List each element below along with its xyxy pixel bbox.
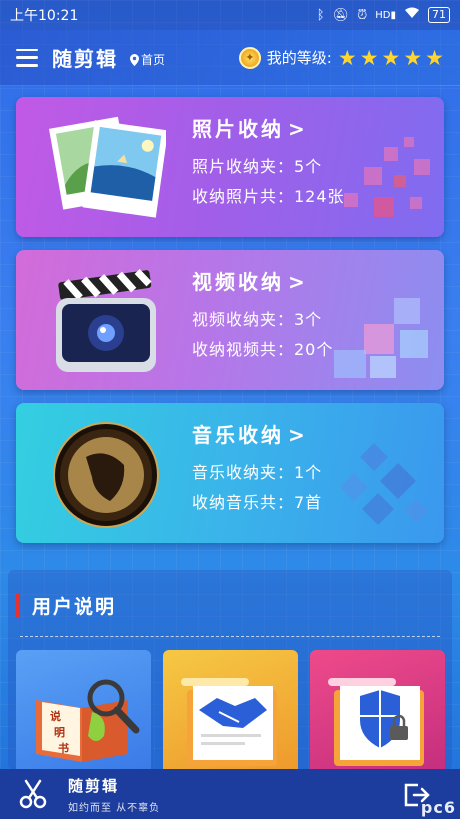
guide-card-agreement[interactable] bbox=[163, 650, 298, 770]
clapperboard-icon bbox=[56, 269, 156, 372]
card-title: 照片收纳 > bbox=[192, 117, 308, 141]
chevron-right-icon: > bbox=[288, 423, 308, 447]
bottom-bar: 随剪辑 如约而至 从不辜负 pc6 bbox=[0, 769, 460, 819]
item-count: 收纳照片共：124张 bbox=[192, 187, 345, 206]
status-time: 上午10:21 bbox=[10, 8, 79, 24]
folder-count: 视频收纳夹：3个 bbox=[192, 310, 323, 329]
card-title: 音乐收纳 > bbox=[192, 423, 308, 447]
scissors-logo-icon bbox=[19, 779, 47, 809]
shield-lock-icon bbox=[328, 678, 424, 766]
user-level[interactable]: ✦ 我的等级: ★ ★ ★ ★ ★ bbox=[238, 46, 444, 70]
wifi-icon bbox=[404, 7, 420, 23]
alarm-icon: ⏰︎ bbox=[357, 7, 368, 23]
home-link[interactable]: 首页 bbox=[130, 51, 165, 68]
decorative-diamonds bbox=[340, 443, 428, 525]
bluetooth-icon: ᛒ bbox=[316, 7, 325, 23]
mute-icon: 🔕︎ bbox=[332, 7, 350, 23]
decorative-cubes bbox=[324, 290, 434, 380]
section-accent-bar bbox=[16, 593, 20, 618]
guide-card-privacy[interactable] bbox=[310, 650, 445, 770]
chevron-right-icon: > bbox=[288, 270, 308, 294]
card-title: 视频收纳 > bbox=[192, 270, 308, 294]
music-storage-card[interactable]: 音乐收纳 > 音乐收纳夹：1个 收纳音乐共：7首 bbox=[16, 403, 444, 543]
manual-book-icon: 说 明 书 bbox=[36, 679, 140, 762]
location-pin-icon bbox=[130, 53, 139, 66]
bottom-brand: 随剪辑 如约而至 从不辜负 bbox=[68, 775, 160, 814]
decorative-squares bbox=[324, 137, 434, 227]
status-icons: ᛒ 🔕︎ ⏰︎ HD▮ 71 bbox=[317, 7, 450, 23]
medal-icon: ✦ bbox=[238, 46, 261, 69]
photo-storage-card[interactable]: 照片收纳 > 照片收纳夹：5个 收纳照片共：124张 bbox=[16, 97, 444, 237]
section-divider bbox=[20, 636, 440, 637]
app-header: 随剪辑 首页 ✦ 我的等级: ★ ★ ★ ★ ★ bbox=[0, 30, 460, 86]
svg-text:书: 书 bbox=[58, 741, 69, 755]
watermark-text: pc6 bbox=[420, 798, 456, 817]
star-icon: ★ bbox=[425, 45, 444, 70]
chevron-right-icon: > bbox=[288, 117, 308, 141]
svg-text:说: 说 bbox=[50, 709, 61, 723]
home-link-label: 首页 bbox=[141, 53, 166, 67]
folder-count: 音乐收纳夹：1个 bbox=[192, 463, 323, 482]
hd-signal-icon: HD▮ bbox=[375, 9, 396, 21]
item-count: 收纳音乐共：7首 bbox=[192, 493, 323, 512]
star-icon: ★ bbox=[403, 45, 423, 70]
handshake-document-icon bbox=[181, 678, 277, 766]
section-title: 用户说明 bbox=[16, 592, 116, 619]
user-guide-section: 用户说明 说 明 书 bbox=[8, 570, 452, 770]
star-icon: ★ bbox=[359, 45, 379, 70]
guide-card-manual[interactable]: 说 明 书 bbox=[16, 650, 151, 770]
svg-text:明: 明 bbox=[54, 726, 65, 739]
photo-stack-icon bbox=[48, 116, 166, 218]
star-icon: ★ bbox=[337, 45, 357, 70]
battery-icon: 71 bbox=[428, 7, 450, 23]
menu-icon[interactable] bbox=[16, 48, 38, 67]
star-icon: ★ bbox=[381, 45, 401, 70]
bottom-subtitle: 如约而至 从不辜负 bbox=[68, 802, 161, 814]
item-count: 收纳视频共：20个 bbox=[192, 340, 334, 359]
app-title: 随剪辑 bbox=[52, 47, 118, 71]
folder-count: 照片收纳夹：5个 bbox=[192, 157, 323, 176]
video-storage-card[interactable]: 视频收纳 > 视频收纳夹：3个 收纳视频共：20个 bbox=[16, 250, 444, 390]
status-bar: 上午10:21 ᛒ 🔕︎ ⏰︎ HD▮ 71 bbox=[0, 0, 460, 30]
level-label: 我的等级: bbox=[266, 49, 332, 67]
bottom-title: 随剪辑 bbox=[68, 776, 120, 795]
vinyl-record-icon bbox=[53, 422, 159, 528]
level-stars: ★ ★ ★ ★ ★ bbox=[338, 46, 444, 70]
